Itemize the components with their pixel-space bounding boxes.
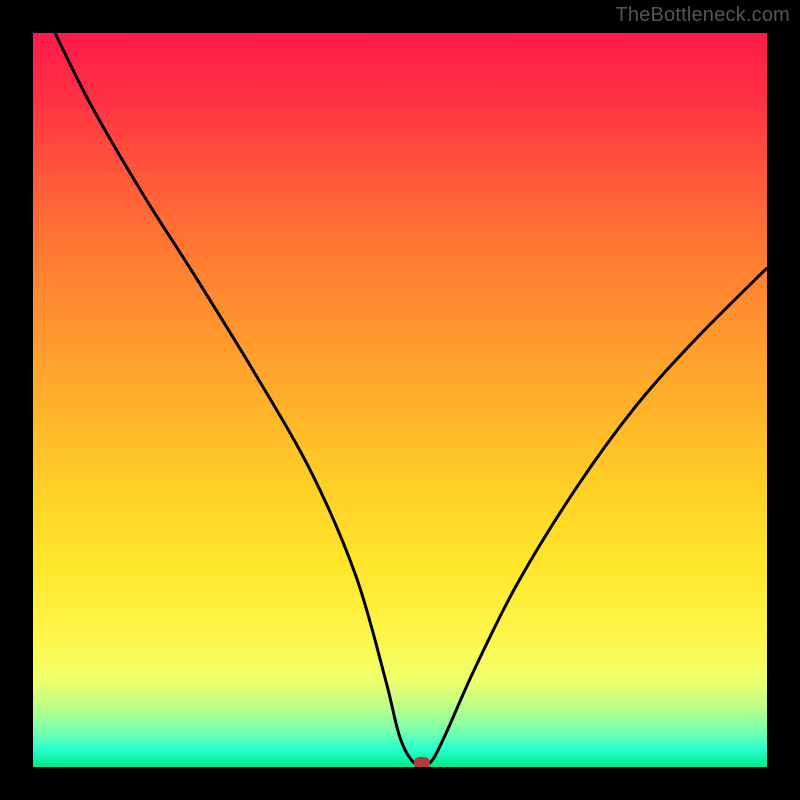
plot-area [33, 33, 767, 767]
watermark-text: TheBottleneck.com [615, 4, 790, 27]
bottleneck-curve [33, 33, 767, 767]
chart-frame: TheBottleneck.com [0, 0, 800, 800]
optimum-marker [414, 757, 430, 767]
curve-path [55, 33, 767, 767]
